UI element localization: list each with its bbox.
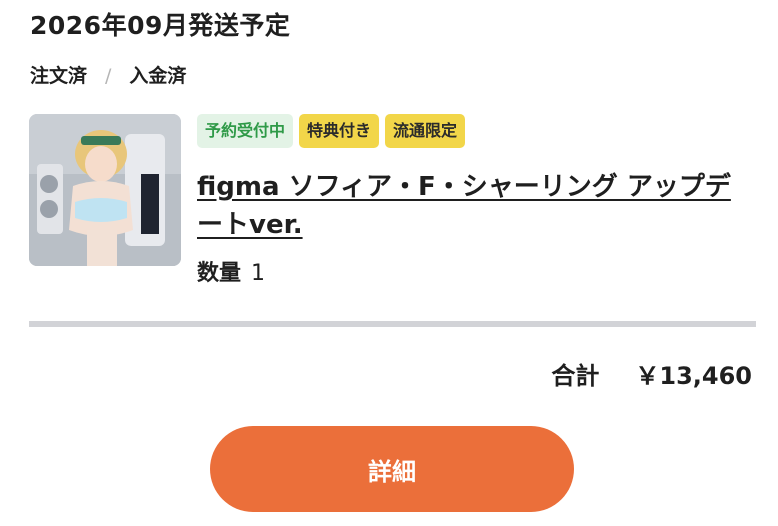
badge-bonus: 特典付き — [299, 114, 380, 148]
order-status: 注文済 / 入金済 — [30, 60, 186, 92]
badge-list: 予約受付中 特典付き 流通限定 — [197, 114, 466, 148]
figure-image — [29, 114, 181, 266]
status-separator: / — [105, 65, 112, 87]
order-total: 合計 ￥13,460 — [551, 356, 752, 396]
ship-date-heading: 2026年09月発送予定 — [30, 11, 291, 40]
product-name-link[interactable]: figma ソフィア・F・シャーリング アップデートver. — [197, 168, 747, 244]
quantity: 数量 1 — [197, 256, 265, 292]
badge-preorder: 予約受付中 — [197, 114, 294, 148]
badge-limited: 流通限定 — [385, 114, 466, 148]
quantity-value: 1 — [251, 261, 266, 286]
total-label: 合計 — [551, 362, 600, 390]
divider — [29, 321, 756, 327]
status-ordered: 注文済 — [30, 65, 88, 87]
product-thumbnail[interactable] — [29, 114, 181, 266]
total-value: ￥13,460 — [635, 362, 752, 390]
detail-button[interactable]: 詳細 — [210, 426, 574, 512]
status-paid: 入金済 — [129, 65, 187, 87]
quantity-label: 数量 — [197, 261, 242, 286]
